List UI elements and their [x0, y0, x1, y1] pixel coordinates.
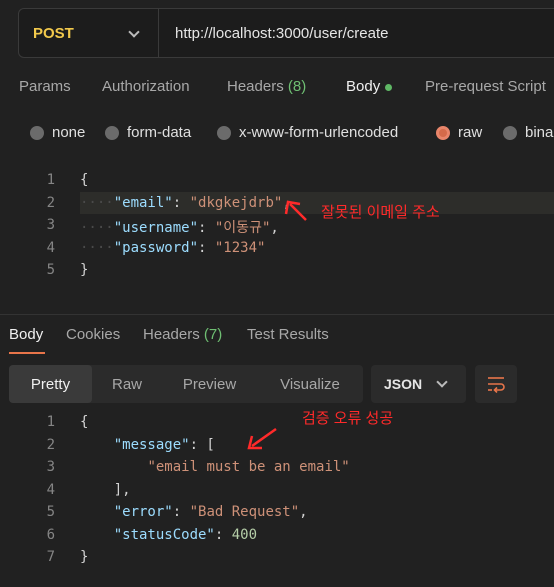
json-key: "email": [113, 195, 173, 211]
wrap-lines-icon: [488, 377, 505, 393]
code-brace-close: }: [80, 549, 89, 565]
tab-authorization[interactable]: Authorization: [102, 78, 190, 95]
line-number: 2: [46, 437, 55, 453]
json-value: 400: [231, 527, 258, 543]
view-mode-segment: Pretty Raw Preview Visualize: [9, 365, 363, 403]
radio-binary[interactable]: bina: [503, 124, 553, 141]
tab-label: Body: [9, 326, 44, 343]
tab-response-headers[interactable]: Headers (7): [143, 326, 222, 343]
raw-button[interactable]: Raw: [92, 365, 162, 403]
tab-label: Params: [19, 78, 71, 95]
json-value: "1234": [214, 240, 266, 256]
radio-circle-icon: [503, 125, 517, 140]
radio-form-data[interactable]: form-data: [105, 124, 191, 141]
radio-label: form-data: [127, 124, 192, 141]
tab-body[interactable]: Body: [346, 78, 393, 95]
line-number: 1: [46, 414, 55, 430]
headers-count: (8): [287, 78, 307, 95]
json-key: "error": [113, 504, 173, 520]
tab-label: Headers: [227, 78, 284, 95]
json-value: "Bad Request": [189, 504, 300, 520]
json-value: "이동규": [214, 220, 271, 236]
radio-label: none: [52, 124, 86, 141]
line-number: 6: [46, 527, 55, 543]
radio-raw[interactable]: raw: [436, 124, 482, 141]
format-label: JSON: [384, 376, 423, 392]
code-brace-close: }: [80, 262, 89, 278]
code-line-error: "error": "Bad Request",: [113, 504, 308, 520]
tab-label: Headers: [143, 326, 200, 343]
visualize-button[interactable]: Visualize: [257, 365, 363, 403]
url-input[interactable]: http://localhost:3000/user/create: [159, 25, 388, 42]
tab-label: Body: [346, 78, 381, 95]
line-number: 4: [46, 240, 55, 256]
radio-circle-icon: [217, 125, 231, 140]
json-value: "email must be an email": [147, 459, 350, 475]
radio-none[interactable]: none: [30, 124, 85, 141]
code-line-password: ····"password": "1234": [80, 240, 266, 256]
radio-selected-icon: [436, 125, 450, 140]
format-select[interactable]: JSON: [371, 365, 466, 403]
tab-params[interactable]: Params: [19, 78, 71, 95]
tab-pre-request-script[interactable]: Pre-request Script: [425, 78, 546, 95]
method-select[interactable]: POST: [19, 9, 159, 57]
radio-circle-icon: [105, 125, 119, 140]
tab-label: Pre-request Script: [425, 78, 546, 95]
tab-label: Test Results: [247, 326, 329, 343]
tab-response-body[interactable]: Body: [9, 326, 43, 343]
radio-circle-icon: [30, 125, 44, 140]
json-key: "username": [113, 220, 199, 236]
request-bar: POST http://localhost:3000/user/create: [18, 8, 554, 58]
line-number: 1: [46, 172, 55, 188]
request-annotation: 잘못된 이메일 주소: [321, 204, 440, 221]
code-line-message: "message": [: [113, 437, 215, 453]
line-number: 5: [46, 262, 55, 278]
code-line-username: ····"username": "이동규",: [80, 220, 279, 236]
line-number: 5: [46, 504, 55, 520]
radio-label: x-www-form-urlencoded: [239, 124, 399, 141]
tab-cookies[interactable]: Cookies: [66, 326, 120, 343]
code-brace-open: {: [80, 172, 89, 188]
panel-divider[interactable]: [0, 314, 554, 315]
radio-label: raw: [458, 124, 483, 141]
modified-dot-icon: [385, 83, 393, 91]
radio-urlencoded[interactable]: x-www-form-urlencoded: [217, 124, 398, 141]
headers-count: (7): [203, 326, 223, 343]
line-number: 3: [46, 459, 55, 475]
json-key: "statusCode": [113, 527, 215, 543]
code-line-status: "statusCode": 400: [113, 527, 258, 543]
wrap-lines-button[interactable]: [475, 365, 517, 403]
preview-button[interactable]: Preview: [162, 365, 257, 403]
json-key: "message": [113, 437, 190, 453]
annotation-arrow-icon: [247, 427, 277, 450]
code-line-array-close: ],: [80, 482, 131, 498]
tab-test-results[interactable]: Test Results: [247, 326, 329, 343]
line-number: 2: [46, 195, 55, 211]
annotation-arrow-icon: [284, 200, 307, 221]
tab-headers[interactable]: Headers (8): [227, 78, 306, 95]
line-number: 4: [46, 482, 55, 498]
chevron-down-icon: [436, 376, 448, 388]
code-brace-open: {: [80, 414, 89, 430]
method-label: POST: [33, 24, 74, 42]
json-value: "dkgkejdrb": [189, 195, 283, 211]
code-line-message-item: "email must be an email": [80, 459, 350, 481]
tab-label: Authorization: [102, 78, 190, 95]
json-key: "password": [113, 240, 199, 256]
tab-label: Cookies: [66, 326, 121, 343]
line-number: 7: [46, 549, 55, 565]
pretty-button[interactable]: Pretty: [9, 365, 92, 403]
active-tab-underline: [9, 352, 45, 354]
code-line-email: ····"email": "dkgkejdrb",: [80, 195, 291, 211]
line-number: 3: [46, 217, 55, 233]
chevron-down-icon: [128, 26, 140, 38]
radio-label: bina: [525, 124, 554, 141]
response-annotation: 검증 오류 성공: [302, 410, 394, 427]
